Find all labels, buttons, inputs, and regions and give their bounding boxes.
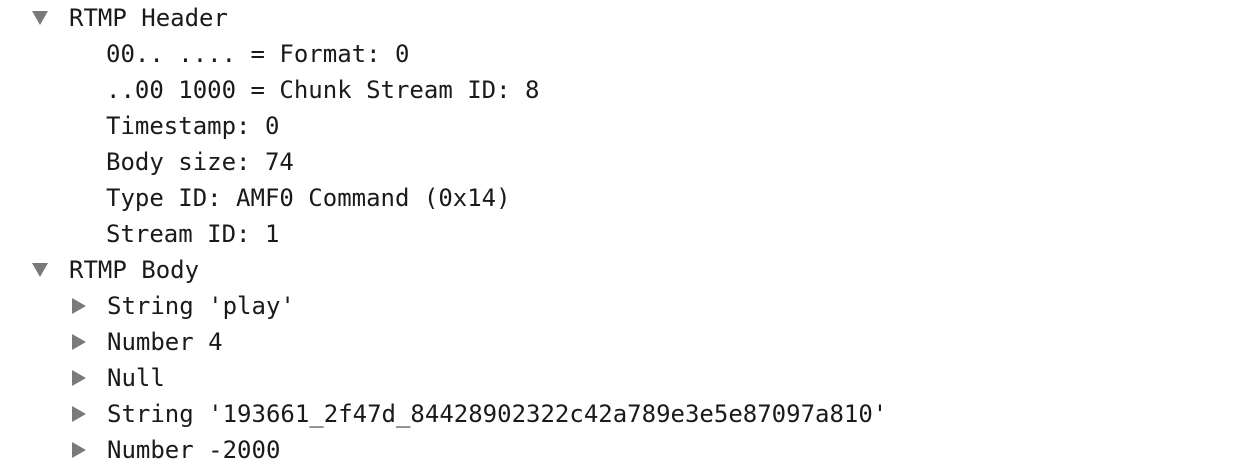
tree-leaf-stream-id[interactable]: Stream ID: 1 [106,216,279,252]
tree-node-label: RTMP Body [69,256,200,284]
tree-leaf-type-id[interactable]: Type ID: AMF0 Command (0x14) [106,180,511,216]
tree-node-amf-null[interactable]: Null [72,360,165,396]
tree-node-label: String 'play' [107,292,295,320]
field-text: Timestamp: 0 [106,112,280,140]
field-text: ..00 1000 = Chunk Stream ID: 8 [106,76,540,104]
triangle-right-icon[interactable] [72,298,86,314]
tree-leaf-chunk-stream-id[interactable]: ..00 1000 = Chunk Stream ID: 8 [106,72,539,108]
tree-leaf-timestamp[interactable]: Timestamp: 0 [106,108,279,144]
tree-node-amf-number-4[interactable]: Number 4 [72,324,223,360]
field-text: Type ID: AMF0 Command (0x14) [106,184,511,212]
triangle-right-icon[interactable] [72,370,86,386]
tree-node-label: RTMP Header [69,4,228,32]
packet-details-tree: RTMP Header 00.. .... = Format: 0 ..00 1… [0,0,1252,464]
triangle-right-icon[interactable] [72,442,86,458]
triangle-right-icon[interactable] [72,334,86,350]
field-text: 00.. .... = Format: 0 [106,40,410,68]
triangle-down-icon[interactable] [32,11,48,25]
tree-node-label: Number 4 [107,328,223,356]
field-text: Body size: 74 [106,148,294,176]
tree-leaf-format[interactable]: 00.. .... = Format: 0 [106,36,409,72]
tree-node-rtmp-header[interactable]: RTMP Header [32,0,228,36]
tree-node-rtmp-body[interactable]: RTMP Body [32,252,199,288]
tree-node-amf-string-stream-name[interactable]: String '193661_2f47d_84428902322c42a789e… [72,396,887,432]
field-text: Stream ID: 1 [106,220,280,248]
tree-node-label: Number -2000 [107,436,281,464]
tree-node-label: String '193661_2f47d_84428902322c42a789e… [107,400,888,428]
tree-node-amf-string-play[interactable]: String 'play' [72,288,295,324]
tree-node-amf-number-neg-2000[interactable]: Number -2000 [72,432,280,468]
triangle-down-icon[interactable] [32,263,48,277]
tree-node-label: Null [107,364,165,392]
tree-leaf-body-size[interactable]: Body size: 74 [106,144,294,180]
triangle-right-icon[interactable] [72,406,86,422]
